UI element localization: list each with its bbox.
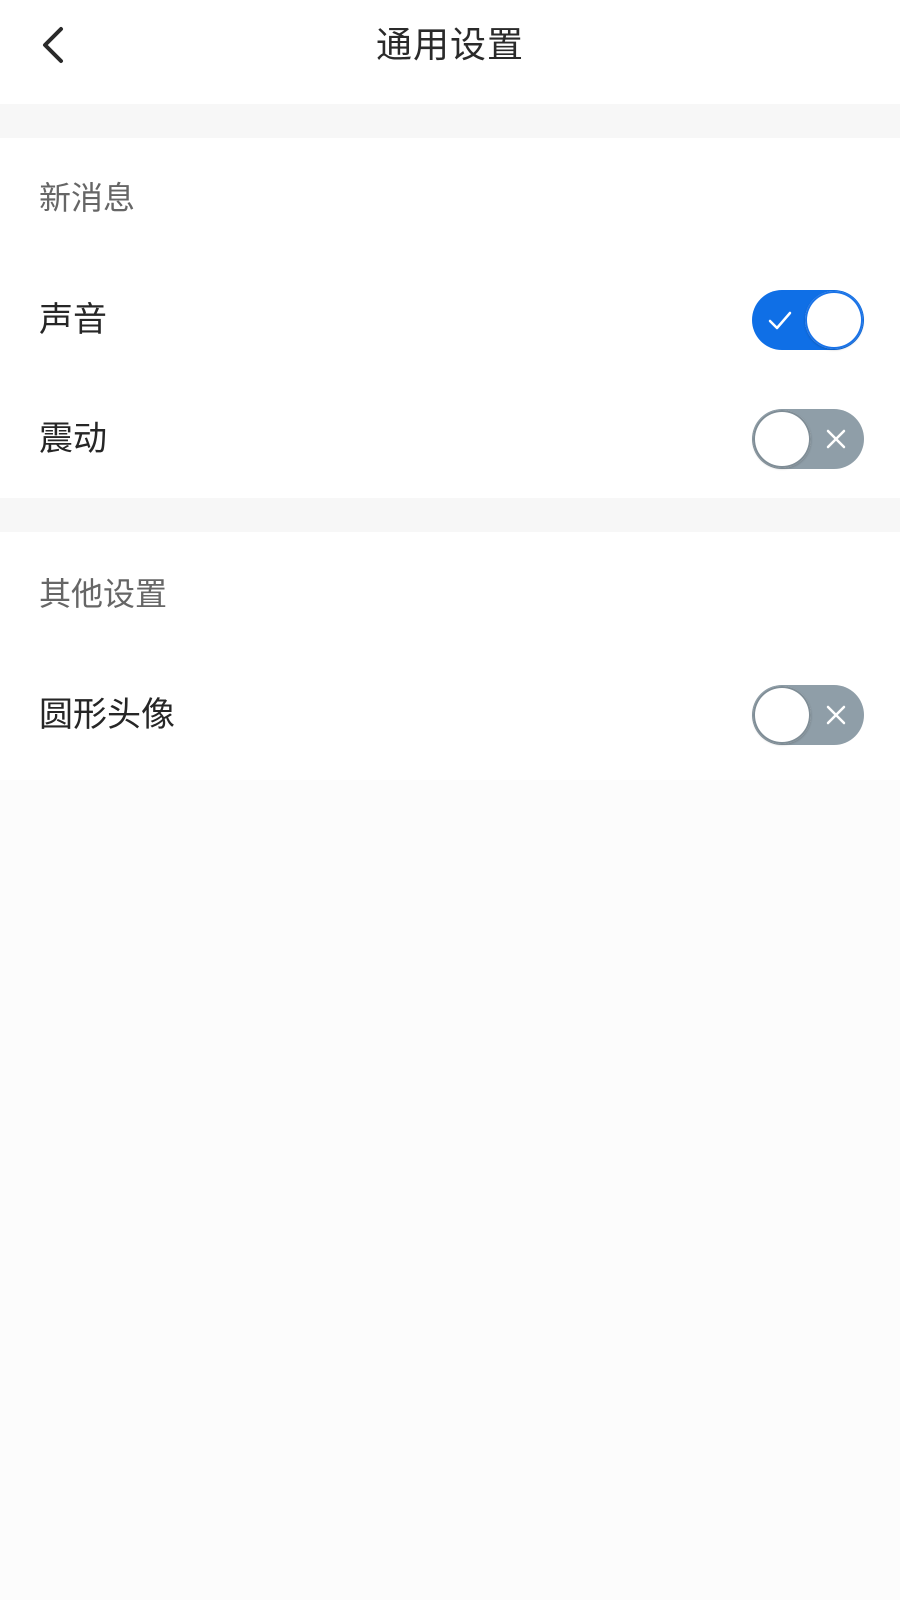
round-avatar-toggle[interactable] bbox=[752, 685, 864, 745]
section-divider bbox=[0, 498, 900, 532]
close-icon bbox=[822, 701, 850, 729]
settings-row-vibration: 震动 bbox=[0, 394, 900, 484]
toggle-knob bbox=[805, 291, 863, 349]
sound-toggle[interactable] bbox=[752, 290, 864, 350]
settings-row-round-avatar: 圆形头像 bbox=[0, 670, 900, 760]
vibration-toggle[interactable] bbox=[752, 409, 864, 469]
page-title: 通用设置 bbox=[375, 25, 524, 66]
settings-row-label: 声音 bbox=[39, 300, 107, 340]
section-title-new-message: 新消息 bbox=[39, 179, 136, 217]
check-icon bbox=[766, 306, 794, 334]
settings-row-label: 圆形头像 bbox=[39, 695, 175, 735]
other-settings-section: 其他设置 圆形头像 bbox=[0, 532, 900, 780]
new-message-section: 新消息 声音 震动 bbox=[0, 138, 900, 498]
toggle-knob bbox=[753, 410, 811, 468]
top-bar: 通用设置 bbox=[0, 0, 900, 104]
settings-row-sound: 声音 bbox=[0, 275, 900, 365]
close-icon bbox=[822, 425, 850, 453]
section-title-other-settings: 其他设置 bbox=[39, 575, 168, 613]
settings-row-label: 震动 bbox=[39, 419, 107, 459]
section-divider bbox=[0, 104, 900, 138]
toggle-knob bbox=[753, 686, 811, 744]
